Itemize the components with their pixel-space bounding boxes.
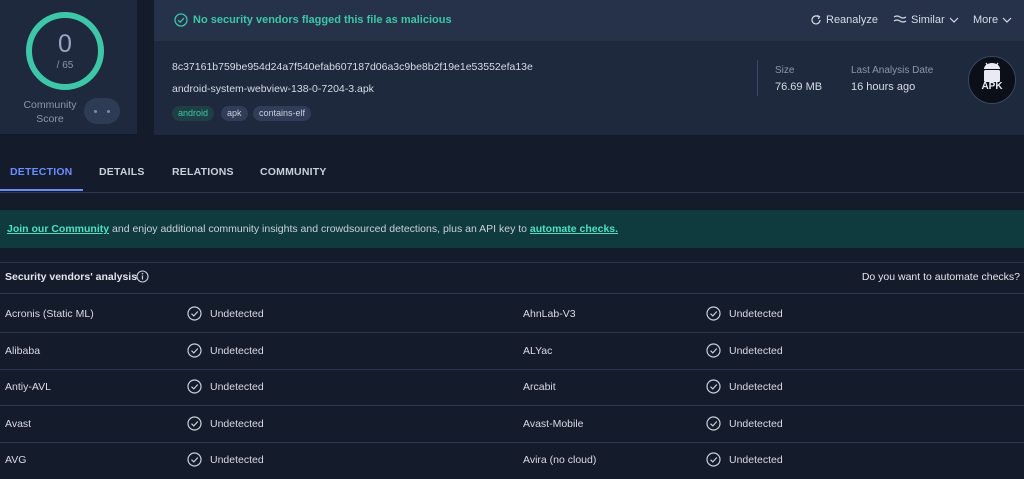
check-circle-icon <box>187 343 202 358</box>
analysis-title: Security vendors' analysis <box>5 271 138 283</box>
vendor-name: Avast <box>5 418 32 430</box>
check-circle-icon <box>706 379 721 394</box>
vendor-name: Alibaba <box>5 345 41 357</box>
check-circle-icon <box>706 306 721 321</box>
tab-detection[interactable]: DETECTION <box>10 166 72 178</box>
detection-result: Undetected <box>210 381 264 393</box>
table-row: Antiy-AVL Undetected Arcabit Undetected <box>0 369 1024 406</box>
more-button[interactable]: More <box>973 14 1012 26</box>
vote-dot-icon <box>107 110 110 113</box>
table-row: AVG Undetected Avira (no cloud) Undetect… <box>0 442 1024 478</box>
detection-result: Undetected <box>729 381 783 393</box>
detection-result: Undetected <box>729 308 783 320</box>
tag-android[interactable]: android <box>172 106 215 121</box>
vote-dot-icon <box>94 110 97 113</box>
size-value: 76.69 MB <box>775 81 823 93</box>
tab-bar <box>0 136 1024 193</box>
similar-label: Similar <box>911 14 945 26</box>
tag-contains-elf[interactable]: contains-elf <box>253 106 312 121</box>
detection-total: / 65 <box>56 60 74 71</box>
table-row: Acronis (Static ML) Undetected AhnLab-V3… <box>0 296 1024 333</box>
file-type-label: APK <box>981 81 1003 92</box>
vendor-name: ALYac <box>523 345 553 357</box>
vendor-name: Acronis (Static ML) <box>5 308 94 320</box>
detection-result: Undetected <box>210 345 264 357</box>
file-name: android-system-webview-138-0-7204-3.apk <box>172 83 374 95</box>
check-circle-icon <box>706 452 721 467</box>
join-community-link[interactable]: Join our Community <box>7 223 109 235</box>
size-label: Size <box>775 65 795 76</box>
last-analysis-value: 16 hours ago <box>851 81 916 93</box>
check-circle-icon <box>187 306 202 321</box>
community-score-label: Community Score <box>23 99 77 125</box>
vendor-name: Avira (no cloud) <box>523 454 597 466</box>
banner-message: Join our Community and enjoy additional … <box>7 223 618 235</box>
chevron-down-icon <box>949 17 959 23</box>
tag-apk[interactable]: apk <box>221 106 248 121</box>
automate-checks-link[interactable]: Do you want to automate checks? <box>862 271 1020 283</box>
chevron-down-icon <box>1002 17 1012 23</box>
reanalyze-button[interactable]: Reanalyze <box>810 14 878 26</box>
active-tab-indicator <box>0 189 83 191</box>
reanalyze-icon <box>811 14 821 25</box>
check-circle-icon <box>187 379 202 394</box>
automate-checks-link[interactable]: automate checks. <box>530 223 618 235</box>
similar-icon <box>893 15 907 23</box>
detection-result: Undetected <box>729 454 783 466</box>
vendor-name: AhnLab-V3 <box>523 308 576 320</box>
divider <box>757 60 758 96</box>
table-row: Avast Undetected Avast-Mobile Undetected <box>0 406 1024 443</box>
info-icon[interactable] <box>136 270 149 283</box>
vendor-name: Arcabit <box>523 381 556 393</box>
vendor-name: AVG <box>5 454 27 466</box>
vendor-name: Avast-Mobile <box>523 418 584 430</box>
tab-details[interactable]: DETAILS <box>99 166 145 178</box>
file-type-icon: APK <box>968 56 1016 104</box>
banner-text: and enjoy additional community insights … <box>109 223 530 235</box>
table-row: Alibaba Undetected ALYac Undetected <box>0 333 1024 370</box>
detection-score: 0 <box>58 30 72 58</box>
check-circle-icon <box>706 416 721 431</box>
more-label: More <box>973 14 999 26</box>
last-analysis-label: Last Analysis Date <box>851 65 934 76</box>
check-circle-icon <box>174 13 188 27</box>
file-hash[interactable]: 8c37161b759be954d24a7f540efab607187d06a3… <box>172 61 533 73</box>
check-circle-icon <box>187 416 202 431</box>
reanalyze-label: Reanalyze <box>826 14 878 26</box>
detection-result: Undetected <box>210 308 264 320</box>
detection-result: Undetected <box>729 418 783 430</box>
check-circle-icon <box>187 452 202 467</box>
similar-button[interactable]: Similar <box>893 14 959 26</box>
tab-community[interactable]: COMMUNITY <box>260 166 327 178</box>
tab-relations[interactable]: RELATIONS <box>172 166 234 178</box>
check-circle-icon <box>706 343 721 358</box>
detection-result: Undetected <box>210 454 264 466</box>
detection-result: Undetected <box>729 345 783 357</box>
vendor-name: Antiy-AVL <box>5 381 51 393</box>
community-vote-button[interactable] <box>84 98 120 124</box>
status-message: No security vendors flagged this file as… <box>193 14 452 26</box>
detection-result: Undetected <box>210 418 264 430</box>
